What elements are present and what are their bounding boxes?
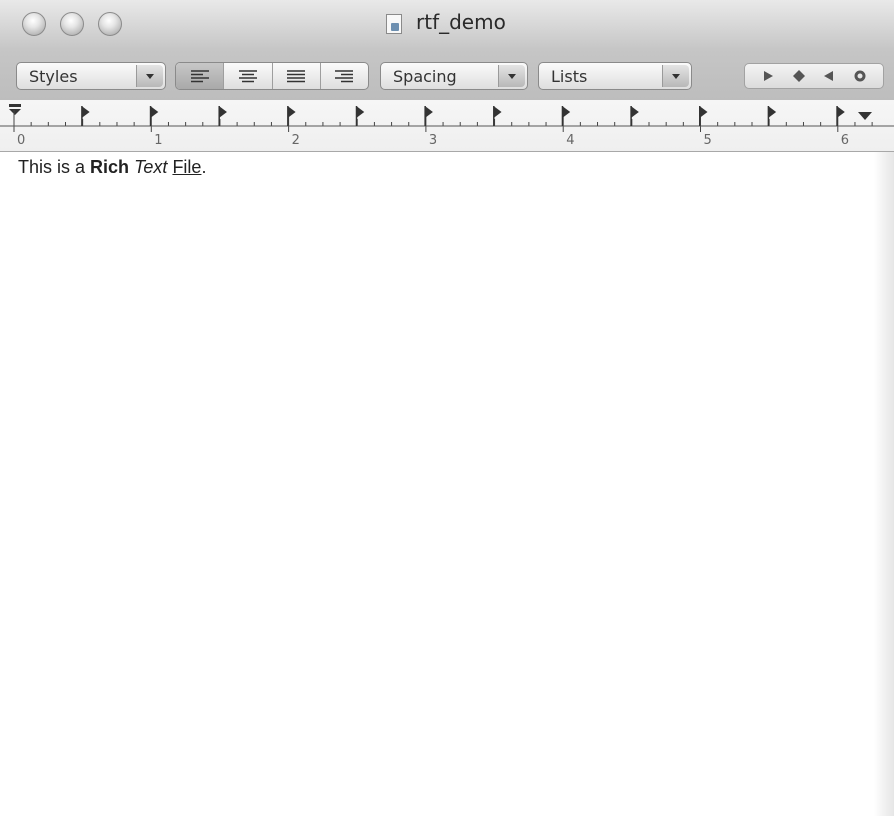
- play-right-icon[interactable]: [760, 68, 776, 84]
- chevron-down-icon[interactable]: [662, 65, 689, 87]
- document-window: rtf_demo Styles Spacing Lists 0 1 2 3 4 …: [0, 0, 894, 816]
- document-paragraph[interactable]: This is a Rich Text File.: [18, 157, 206, 178]
- chevron-down-icon[interactable]: [136, 65, 163, 87]
- play-left-icon[interactable]: [821, 68, 837, 84]
- lists-label: Lists: [551, 67, 588, 86]
- tab-stop-marker[interactable]: [699, 106, 708, 118]
- italic-text-run: Text: [134, 157, 168, 177]
- bold-text-run: Rich: [90, 157, 130, 177]
- tab-stop-marker[interactable]: [768, 106, 777, 118]
- document-icon[interactable]: [386, 14, 402, 34]
- right-margin-marker[interactable]: [858, 112, 872, 120]
- lists-popup[interactable]: Lists: [538, 62, 692, 90]
- align-right-button[interactable]: [319, 63, 368, 89]
- ruler-number: 3: [429, 133, 437, 148]
- window-title: rtf_demo: [416, 10, 506, 34]
- tab-stop-stem: [218, 106, 220, 126]
- align-left-icon: [190, 70, 209, 83]
- period-run: .: [201, 157, 207, 177]
- tab-stop-stem: [493, 106, 495, 126]
- ruler-number: 1: [154, 133, 162, 148]
- tab-stop-stem: [355, 106, 358, 126]
- alignment-segmented-control: [175, 62, 369, 90]
- align-justify-button[interactable]: [271, 63, 320, 89]
- minimize-window-button[interactable]: [60, 12, 84, 36]
- align-center-icon: [238, 70, 257, 83]
- zoom-window-button[interactable]: [98, 12, 122, 36]
- tab-stop-marker[interactable]: [150, 106, 159, 118]
- align-center-button[interactable]: [223, 63, 271, 89]
- tab-stop-controls: [744, 63, 884, 89]
- tab-stop-marker[interactable]: [836, 106, 845, 118]
- tab-stop-marker[interactable]: [218, 106, 227, 118]
- underline-text-run: File: [172, 157, 202, 177]
- tab-stop-stem: [767, 106, 770, 126]
- format-toolbar: Styles Spacing Lists: [0, 48, 894, 100]
- tab-stop-stem: [561, 106, 564, 126]
- tab-stop-marker[interactable]: [356, 106, 365, 118]
- text-view[interactable]: This is a Rich Text File.: [0, 152, 874, 816]
- close-window-button[interactable]: [22, 12, 46, 36]
- tab-stop-stem: [287, 106, 289, 126]
- align-right-icon: [335, 70, 354, 83]
- ruler[interactable]: 0 1 2 3 4 5 6: [0, 100, 894, 152]
- ruler-number: 0: [17, 133, 25, 148]
- tab-stop-stem: [836, 106, 838, 126]
- vertical-scrollbar[interactable]: [874, 152, 894, 816]
- styles-label: Styles: [29, 67, 78, 86]
- chevron-down-icon[interactable]: [498, 65, 525, 87]
- styles-popup[interactable]: Styles: [16, 62, 166, 90]
- align-justify-icon: [287, 70, 306, 83]
- ruler-number: 6: [841, 133, 849, 148]
- tab-stop-marker[interactable]: [630, 106, 639, 118]
- title-bar[interactable]: rtf_demo: [0, 0, 894, 48]
- tab-stop-stem: [81, 106, 83, 126]
- tab-stop-stem: [630, 106, 632, 126]
- first-line-indent-marker[interactable]: [9, 104, 21, 115]
- tab-stop-marker[interactable]: [287, 106, 296, 118]
- spacing-popup[interactable]: Spacing: [380, 62, 528, 90]
- tab-stop-marker[interactable]: [81, 106, 90, 118]
- diamond-icon[interactable]: [791, 68, 807, 84]
- tab-stop-stem: [424, 106, 426, 126]
- tab-stop-stem: [149, 106, 152, 126]
- circle-icon[interactable]: [852, 68, 868, 84]
- ruler-scale[interactable]: 0 1 2 3 4 5 6: [0, 100, 894, 152]
- tab-stop-marker[interactable]: [562, 106, 571, 118]
- ruler-number: 5: [704, 133, 712, 148]
- tab-stop-marker[interactable]: [424, 106, 433, 118]
- align-left-button[interactable]: [176, 63, 224, 89]
- tab-stop-stem: [699, 106, 701, 126]
- plain-text-run: This is a: [18, 157, 91, 177]
- ruler-number: 4: [566, 133, 574, 148]
- spacing-label: Spacing: [393, 67, 457, 86]
- tab-stop-marker[interactable]: [493, 106, 502, 118]
- ruler-number: 2: [292, 133, 300, 148]
